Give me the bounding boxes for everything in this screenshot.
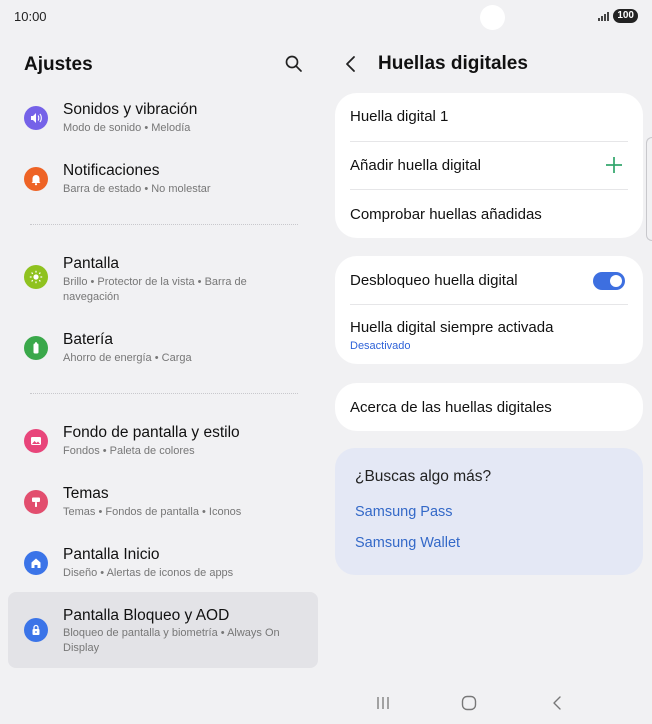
settings-item-subtitle: Diseño • Alertas de iconos de apps: [63, 567, 234, 579]
samsung-wallet-link[interactable]: Samsung Wallet: [355, 535, 460, 551]
row-label: Añadir huella digital: [350, 157, 481, 174]
battery-level-icon: 100: [613, 9, 638, 23]
settings-item-title: Pantalla Inicio: [63, 546, 160, 563]
settings-item-subtitle: Barra de estado • No molestar: [63, 183, 211, 195]
row-label: Desbloqueo huella digital: [350, 272, 518, 289]
page-title: Ajustes: [24, 54, 93, 75]
check-fingerprints-row[interactable]: Comprobar huellas añadidas: [350, 206, 628, 224]
battery-icon: [24, 336, 48, 360]
suggestions-title: ¿Buscas algo más?: [355, 468, 492, 485]
settings-item-subtitle: Brillo • Protector de la vista • Barra d…: [63, 276, 247, 303]
add-icon[interactable]: [605, 156, 623, 179]
home-icon: [24, 551, 48, 575]
settings-item-subtitle: Modo de sonido • Melodía: [63, 122, 191, 134]
settings-item-title: Notificaciones: [63, 162, 160, 179]
recents-button[interactable]: [372, 692, 394, 714]
samsung-pass-link[interactable]: Samsung Pass: [355, 504, 453, 520]
section-divider: [30, 393, 298, 394]
row-status: Desactivado: [350, 340, 411, 352]
settings-item-notifications[interactable]: Notificaciones Barra de estado • No mole…: [8, 155, 318, 205]
search-button[interactable]: [284, 54, 306, 76]
back-button[interactable]: [344, 52, 364, 76]
sound-icon: [24, 106, 48, 130]
row-divider: [350, 141, 628, 142]
sun-icon: [24, 265, 48, 289]
signal-icon: [598, 11, 610, 21]
brush-icon: [24, 490, 48, 514]
settings-item-subtitle: Fondos • Paleta de colores: [63, 445, 195, 457]
settings-item-title: Batería: [63, 331, 113, 348]
fingerprint-unlock-row[interactable]: Desbloqueo huella digital: [350, 272, 628, 290]
detail-header: Huellas digitales: [344, 52, 528, 76]
status-bar: 10:00 100: [0, 0, 652, 34]
row-label: Huella digital siempre activada: [350, 319, 554, 336]
navigation-bar: [0, 680, 652, 724]
settings-item-sounds[interactable]: Sonidos y vibración Modo de sonido • Mel…: [8, 94, 318, 144]
about-fingerprints-row[interactable]: Acerca de las huellas digitales: [350, 399, 628, 417]
settings-item-subtitle: Ahorro de energía • Carga: [63, 352, 192, 364]
image-icon: [24, 429, 48, 453]
home-button[interactable]: [458, 692, 480, 714]
section-divider: [30, 224, 298, 225]
bell-icon: [24, 167, 48, 191]
row-label: Acerca de las huellas digitales: [350, 399, 552, 416]
settings-item-title: Pantalla: [63, 255, 120, 272]
fingerprint-1-row[interactable]: Huella digital 1: [350, 108, 628, 126]
recents-icon: [377, 697, 389, 709]
camera-cutout: [480, 5, 505, 30]
always-on-fingerprint-row[interactable]: Huella digital siempre activada Desactiv…: [350, 319, 628, 352]
row-label: Huella digital 1: [350, 108, 449, 125]
fingerprints-card: Huella digital 1 Añadir huella digital C…: [335, 93, 643, 238]
back-nav-button[interactable]: [546, 692, 568, 714]
settings-item-themes[interactable]: Temas Temas • Fondos de pantalla • Icono…: [8, 478, 318, 528]
settings-item-title: Sonidos y vibración: [63, 101, 198, 118]
fingerprint-unlock-toggle[interactable]: [593, 272, 625, 290]
suggestions-card: ¿Buscas algo más? Samsung Pass Samsung W…: [335, 448, 643, 575]
settings-item-battery[interactable]: Batería Ahorro de energía • Carga: [8, 324, 318, 374]
settings-list-pane: Ajustes Sonidos y vibración Modo de soni…: [0, 34, 326, 674]
lock-icon: [24, 618, 48, 642]
add-fingerprint-row[interactable]: Añadir huella digital: [350, 157, 628, 175]
chevron-left-icon: [346, 56, 355, 72]
fingerprint-options-card: Desbloqueo huella digital Huella digital…: [335, 256, 643, 364]
settings-item-home-screen[interactable]: Pantalla Inicio Diseño • Alertas de icon…: [8, 539, 318, 589]
settings-item-title: Pantalla Bloqueo y AOD: [63, 607, 230, 624]
row-divider: [350, 304, 628, 305]
home-circle-icon: [461, 695, 477, 711]
status-time: 10:00: [14, 9, 47, 24]
settings-item-subtitle: Temas • Fondos de pantalla • Iconos: [63, 506, 242, 518]
detail-title: Huellas digitales: [378, 53, 528, 74]
settings-item-title: Temas: [63, 485, 109, 502]
search-icon: [285, 55, 302, 72]
toggle-knob: [610, 275, 622, 287]
row-label: Comprobar huellas añadidas: [350, 206, 542, 223]
settings-item-display[interactable]: Pantalla Brillo • Protector de la vista …: [8, 248, 318, 308]
settings-item-subtitle: Bloqueo de pantalla y biometría • Always…: [63, 627, 280, 654]
settings-item-lock-screen[interactable]: Pantalla Bloqueo y AOD Bloqueo de pantal…: [8, 592, 318, 668]
settings-item-wallpaper[interactable]: Fondo de pantalla y estilo Fondos • Pale…: [8, 417, 318, 467]
row-divider: [350, 189, 628, 190]
about-card: Acerca de las huellas digitales: [335, 383, 643, 431]
edge-panel-handle[interactable]: [646, 137, 652, 241]
status-indicators: 100: [598, 9, 638, 23]
back-icon: [553, 696, 561, 710]
settings-item-title: Fondo de pantalla y estilo: [63, 424, 240, 441]
